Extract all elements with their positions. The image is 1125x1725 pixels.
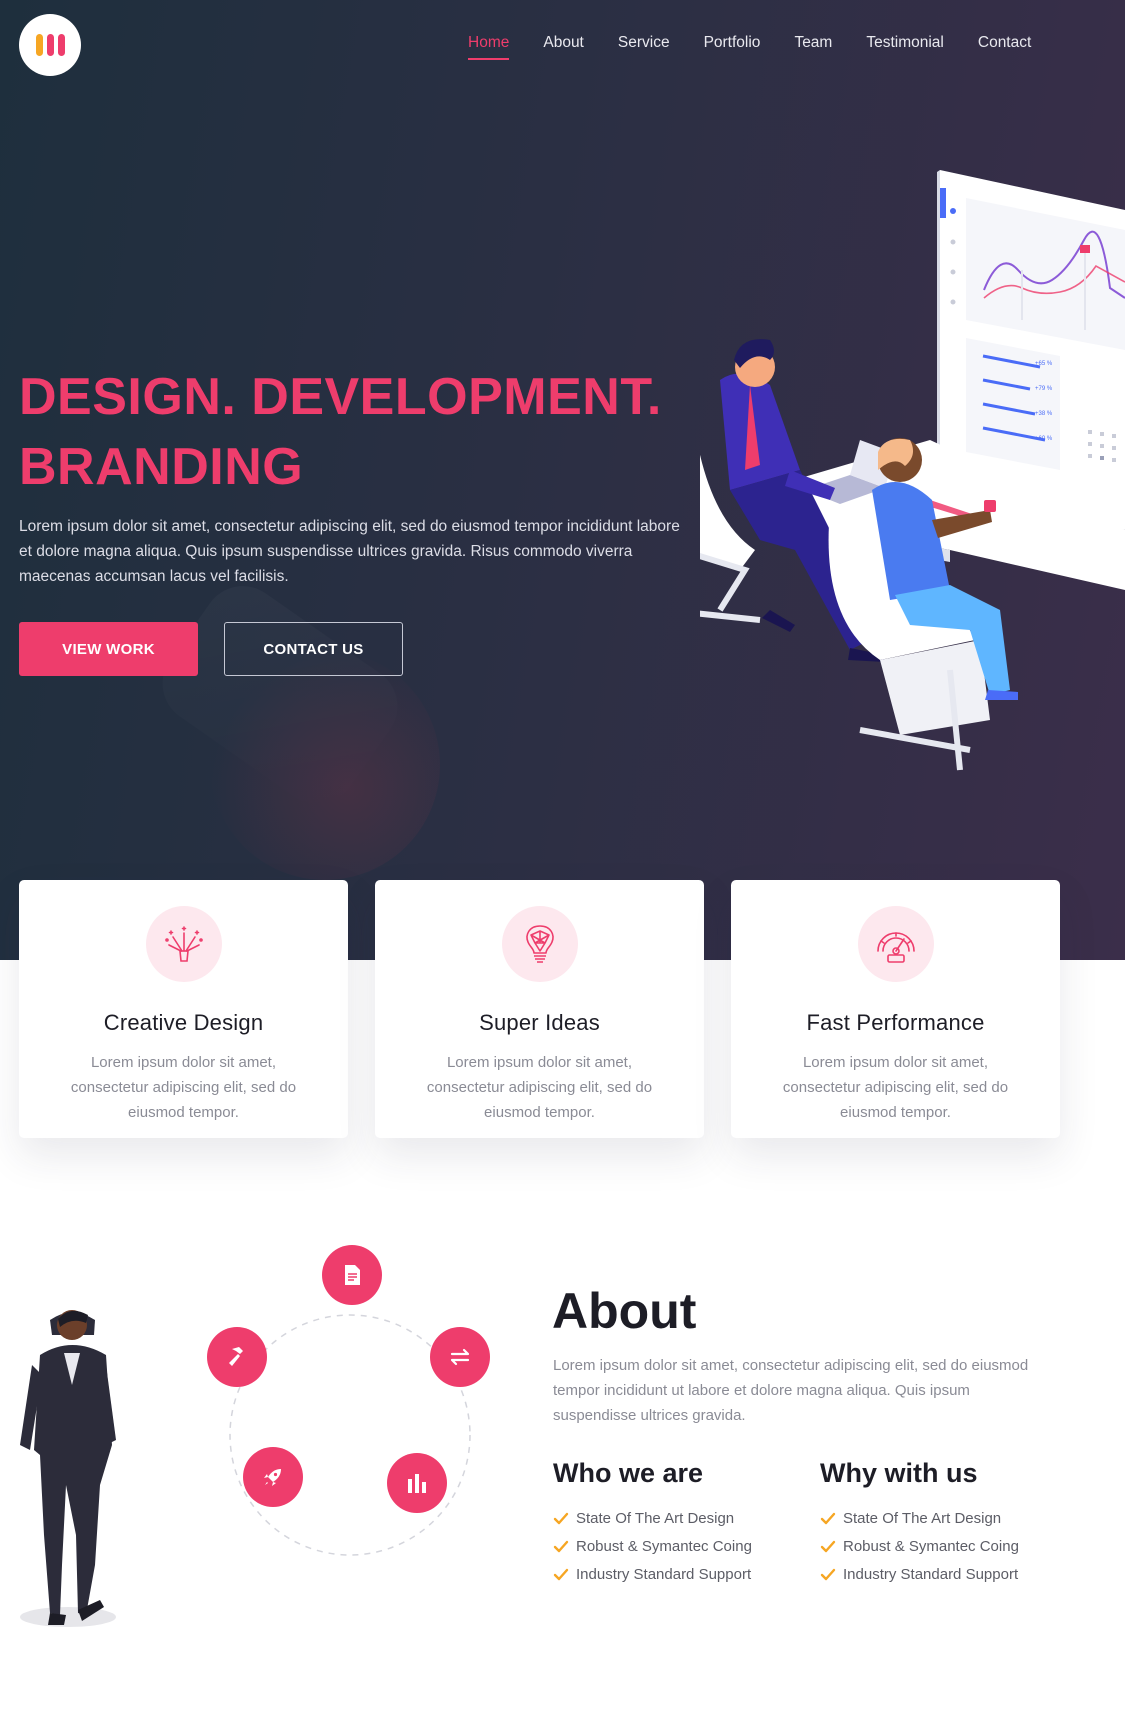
- feature-title: Fast Performance: [806, 1010, 985, 1035]
- list-item-label: State Of The Art Design: [576, 1510, 735, 1527]
- feature-icon-bg: [145, 906, 222, 982]
- hammer-icon[interactable]: [207, 1327, 267, 1387]
- check-icon: [820, 1540, 836, 1553]
- rocket-icon[interactable]: [243, 1447, 303, 1507]
- about-title: About: [552, 1283, 697, 1339]
- stat-label: +60 %: [1035, 436, 1053, 442]
- nav-team[interactable]: Team: [794, 34, 832, 58]
- nav-home[interactable]: Home: [468, 34, 510, 60]
- feature-card[interactable]: Creative Design Lorem ipsum dolor sit am…: [19, 880, 348, 1138]
- check-icon: [820, 1512, 836, 1525]
- speedometer-icon: [876, 932, 915, 963]
- logo-bar-icon: [46, 34, 54, 56]
- brand-logo[interactable]: [19, 14, 81, 76]
- list-item-label: State Of The Art Design: [843, 1510, 1002, 1527]
- list-item: Robust & Symantec Coing: [820, 1533, 1080, 1561]
- list-item: State Of The Art Design: [820, 1505, 1080, 1533]
- hero-headline-line1: DESIGN. DEVELOPMENT.: [19, 368, 662, 426]
- who-we-are-column: Who we are State Of The Art Design Robus…: [553, 1458, 813, 1589]
- standing-man-illustration: [20, 1310, 116, 1625]
- check-icon: [553, 1540, 569, 1553]
- view-work-button[interactable]: VIEW WORK: [19, 622, 198, 676]
- check-icon: [553, 1568, 569, 1581]
- check-icon: [820, 1568, 836, 1581]
- nav-about[interactable]: About: [543, 34, 584, 58]
- feature-icon-bg: [857, 906, 934, 982]
- hero-section: Home About Service Portfolio Team Testim…: [0, 0, 1125, 960]
- hero-decor-blob: [210, 650, 440, 880]
- nav-testimonial[interactable]: Testimonial: [866, 34, 944, 58]
- feature-text: Lorem ipsum dolor sit amet, consectetur …: [782, 1054, 1009, 1121]
- hero-headline: DESIGN. DEVELOPMENT. BRANDING: [19, 362, 739, 502]
- list-item-label: Industry Standard Support: [576, 1566, 752, 1583]
- why-with-us-list: State Of The Art Design Robust & Symante…: [820, 1505, 1080, 1589]
- why-with-us-column: Why with us State Of The Art Design Robu…: [820, 1458, 1080, 1589]
- hero-illustration: +65 % +79 % +38 % +60 %: [700, 170, 1125, 771]
- bar-chart-icon[interactable]: [387, 1453, 447, 1513]
- why-with-us-title: Why with us: [820, 1458, 978, 1488]
- logo-bar-icon: [57, 34, 65, 56]
- feature-title: Super Ideas: [479, 1010, 600, 1035]
- list-item: Industry Standard Support: [820, 1561, 1080, 1589]
- list-item: State Of The Art Design: [553, 1505, 813, 1533]
- about-description: Lorem ipsum dolor sit amet, consectetur …: [553, 1357, 1029, 1424]
- hero-headline-line2: BRANDING: [19, 438, 304, 496]
- feature-card[interactable]: Super Ideas Lorem ipsum dolor sit amet, …: [375, 880, 704, 1138]
- stat-label: +79 %: [1035, 386, 1053, 392]
- hero-description: Lorem ipsum dolor sit amet, consectetur …: [19, 518, 680, 585]
- list-item-label: Industry Standard Support: [843, 1566, 1019, 1583]
- swap-icon[interactable]: [430, 1327, 490, 1387]
- fireworks-icon: [164, 926, 203, 962]
- list-item: Robust & Symantec Coing: [553, 1533, 813, 1561]
- feature-card[interactable]: Fast Performance Lorem ipsum dolor sit a…: [731, 880, 1060, 1138]
- list-item: Industry Standard Support: [553, 1561, 813, 1589]
- document-icon[interactable]: [322, 1245, 382, 1305]
- lightbulb-brain-icon: [525, 925, 554, 963]
- check-icon: [553, 1512, 569, 1525]
- feature-title: Creative Design: [103, 1010, 264, 1035]
- stat-label: +65 %: [1035, 361, 1053, 367]
- nav-service[interactable]: Service: [618, 34, 670, 58]
- main-nav: Home About Service Portfolio Team Testim…: [468, 34, 1065, 60]
- feature-icon-bg: [501, 906, 578, 982]
- nav-portfolio[interactable]: Portfolio: [704, 34, 761, 58]
- logo-bar-icon: [35, 34, 43, 56]
- orbit-and-person-illustration: [20, 1310, 471, 1627]
- stat-label: +38 %: [1035, 411, 1053, 417]
- feature-text: Lorem ipsum dolor sit amet, consectetur …: [70, 1054, 297, 1121]
- list-item-label: Robust & Symantec Coing: [843, 1538, 1019, 1555]
- who-we-are-list: State Of The Art Design Robust & Symante…: [553, 1505, 813, 1589]
- contact-us-button[interactable]: CONTACT US: [224, 622, 403, 676]
- list-item-label: Robust & Symantec Coing: [576, 1538, 752, 1555]
- about-illustration: [0, 1235, 520, 1655]
- who-we-are-title: Who we are: [553, 1458, 704, 1488]
- features-section: Creative Design Lorem ipsum dolor sit am…: [19, 880, 1061, 1140]
- nav-contact[interactable]: Contact: [978, 34, 1031, 58]
- feature-text: Lorem ipsum dolor sit amet, consectetur …: [426, 1054, 653, 1121]
